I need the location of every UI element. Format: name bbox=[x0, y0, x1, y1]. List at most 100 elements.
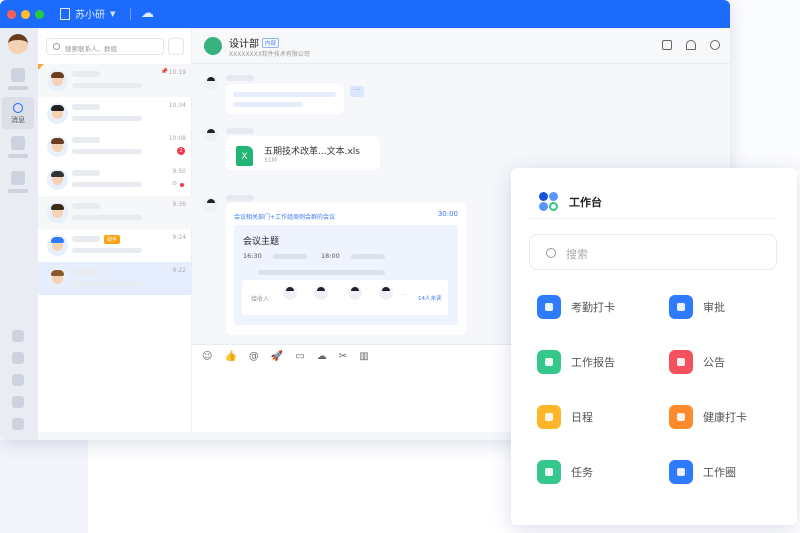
nav-item[interactable] bbox=[12, 374, 24, 386]
app-label: 任务 bbox=[571, 466, 593, 479]
nav-item[interactable] bbox=[12, 352, 24, 364]
contact-name bbox=[72, 137, 100, 143]
contact-tag: 助手 bbox=[104, 235, 121, 244]
org-switcher[interactable]: 苏小研 ▼ bbox=[60, 6, 115, 21]
contact-avatar bbox=[47, 103, 68, 124]
folder-icon[interactable] bbox=[662, 40, 672, 50]
contact-item[interactable]: 9:50 ⊘ bbox=[38, 163, 192, 196]
thumbs-up-icon[interactable]: 👍 bbox=[224, 351, 236, 362]
background-panel bbox=[730, 0, 800, 170]
unread-count[interactable]: 14人未读 bbox=[418, 294, 442, 302]
chat-header: 设计部 内部 XXXXXXXX软件技术有限公司 bbox=[192, 28, 730, 64]
folder-icon[interactable]: ▭ bbox=[295, 351, 304, 362]
nav-item[interactable] bbox=[12, 330, 24, 342]
close-button[interactable] bbox=[7, 10, 16, 19]
minimize-button[interactable] bbox=[21, 10, 30, 19]
app-icon bbox=[537, 295, 561, 319]
excel-file-icon: X bbox=[236, 146, 253, 166]
nav-item-messages[interactable]: 消息 bbox=[2, 97, 34, 129]
app-icon bbox=[537, 405, 561, 429]
app-icon bbox=[669, 460, 693, 484]
contact-item[interactable]: 10:19 📌 bbox=[38, 64, 192, 97]
contact-name bbox=[72, 203, 100, 209]
more-button[interactable]: ··· bbox=[350, 86, 364, 97]
app-icon bbox=[669, 350, 693, 374]
contact-time: 9:24 bbox=[172, 234, 186, 241]
app-icon bbox=[669, 405, 693, 429]
app-label: 审批 bbox=[703, 301, 725, 314]
app-label: 健康打卡 bbox=[703, 411, 747, 424]
recipient-avatar bbox=[348, 286, 362, 300]
rocket-icon[interactable]: 🚀 bbox=[271, 351, 283, 362]
workbench-title: 工作台 bbox=[569, 196, 602, 209]
scissors-icon[interactable]: ✂ bbox=[339, 351, 347, 362]
recipient-avatar bbox=[314, 286, 328, 300]
nav-rail: 消息 bbox=[0, 28, 38, 440]
app-tile[interactable]: 工作圈 bbox=[669, 454, 779, 490]
contact-avatar bbox=[47, 70, 68, 91]
nav-item-label bbox=[8, 154, 28, 158]
at-icon[interactable]: @ bbox=[249, 351, 259, 362]
contact-avatar bbox=[47, 235, 68, 256]
contact-time: 9:22 bbox=[172, 267, 186, 274]
contact-time: 9:36 bbox=[172, 201, 186, 208]
emoji-icon[interactable]: ☺ bbox=[202, 351, 212, 362]
contact-list: 搜索联系人、群组 10:19 📌 10:34 10:08 2 9:50 ⊘ 9:36 … bbox=[38, 28, 192, 432]
pin-icon: 📌 bbox=[160, 68, 168, 75]
contact-search-input[interactable]: 搜索联系人、群组 bbox=[46, 38, 164, 55]
user-avatar[interactable] bbox=[8, 34, 28, 54]
contact-item[interactable]: 10:34 bbox=[38, 97, 192, 130]
sender-avatar bbox=[204, 76, 218, 90]
nav-item[interactable] bbox=[12, 418, 24, 430]
message-icon bbox=[13, 103, 23, 113]
contact-item[interactable]: 10:08 2 bbox=[38, 130, 192, 163]
contact-preview bbox=[72, 281, 142, 286]
chart-icon[interactable]: ▥ bbox=[359, 351, 368, 362]
app-tile[interactable]: 审批 bbox=[669, 289, 779, 325]
app-tile[interactable]: 任务 bbox=[537, 454, 647, 490]
app-tile[interactable]: 工作报告 bbox=[537, 344, 647, 380]
nav-item-label bbox=[8, 86, 28, 90]
org-name: 苏小研 bbox=[75, 10, 105, 21]
app-tile[interactable]: 公告 bbox=[669, 344, 779, 380]
meeting-card[interactable]: 会议相关部门+工作组周例会群的会议 30:00 会议主题 16:30 18:00… bbox=[226, 203, 466, 335]
contact-item[interactable]: 9:36 bbox=[38, 196, 192, 229]
maximize-button[interactable] bbox=[35, 10, 44, 19]
contact-avatar bbox=[47, 136, 68, 157]
contact-item[interactable]: 9:24 助手 bbox=[38, 229, 192, 262]
nav-item[interactable] bbox=[12, 396, 24, 408]
contact-name bbox=[72, 71, 100, 77]
cloud-upload-icon[interactable]: ☁ bbox=[141, 6, 154, 21]
bell-icon[interactable] bbox=[686, 40, 696, 50]
chat-subtitle: XXXXXXXX软件技术有限公司 bbox=[229, 51, 310, 58]
gear-icon[interactable] bbox=[710, 40, 720, 50]
workbench-panel: 工作台 搜索 考勤打卡 审批工作报告 公告 日程 健康打卡任务 工作圈 bbox=[511, 168, 797, 525]
sender-name bbox=[226, 75, 254, 81]
nav-item[interactable] bbox=[11, 136, 25, 150]
contact-item[interactable]: 9:22 bbox=[38, 262, 192, 295]
chat-tag: 内部 bbox=[262, 38, 280, 48]
meeting-subject: 会议主题 bbox=[243, 237, 280, 247]
app-tile[interactable]: 日程 bbox=[537, 399, 647, 435]
contact-preview bbox=[72, 83, 142, 88]
app-tile[interactable]: 考勤打卡 bbox=[537, 289, 647, 325]
sender-name bbox=[226, 128, 254, 134]
app-tile[interactable]: 健康打卡 bbox=[669, 399, 779, 435]
nav-label: 消息 bbox=[11, 116, 25, 124]
recipients-label: 接收人: bbox=[251, 296, 272, 303]
recipients-more: ··· bbox=[402, 292, 408, 299]
unread-badge: 2 bbox=[177, 147, 185, 155]
add-contact-button[interactable] bbox=[168, 38, 184, 55]
search-icon bbox=[546, 248, 556, 258]
workbench-search-input[interactable]: 搜索 bbox=[529, 234, 777, 270]
contact-avatar bbox=[47, 169, 68, 190]
cloud-icon[interactable]: ☁ bbox=[317, 351, 327, 362]
app-icon bbox=[669, 295, 693, 319]
file-size: 31M bbox=[264, 157, 277, 164]
app-label: 工作报告 bbox=[571, 356, 615, 369]
contact-avatar bbox=[47, 202, 68, 223]
divider bbox=[529, 218, 777, 219]
file-message[interactable]: X 五期技术改革...文本.xls 31M bbox=[226, 136, 380, 170]
nav-item[interactable] bbox=[11, 171, 25, 185]
nav-item[interactable] bbox=[11, 68, 25, 82]
